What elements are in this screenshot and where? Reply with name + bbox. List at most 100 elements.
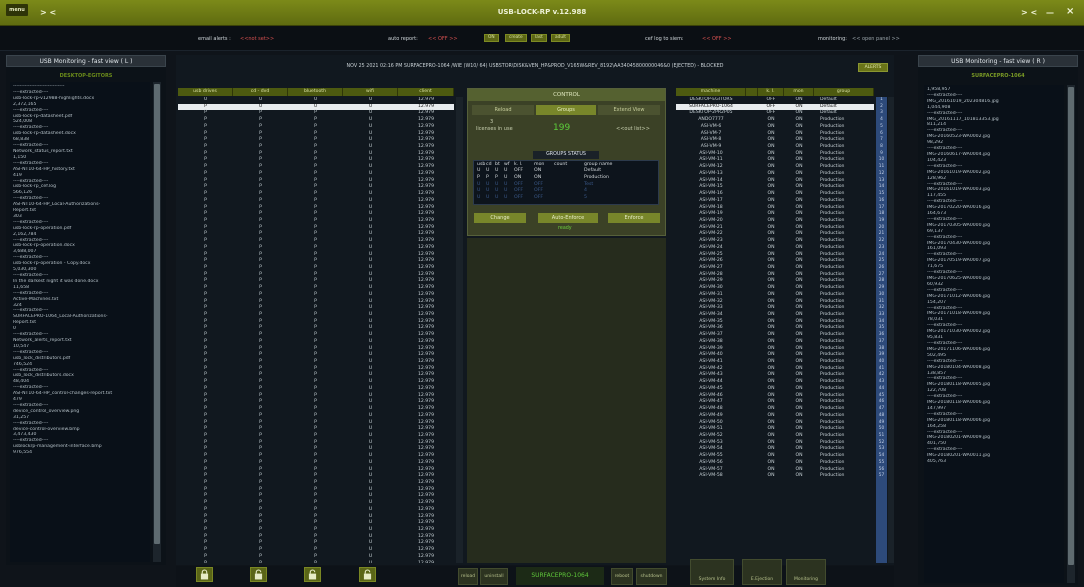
table-row[interactable]: U U U U 12.979 — [178, 97, 454, 104]
window-nav-arrows[interactable]: > < — [1021, 8, 1037, 17]
table-row[interactable]: PPPU12.979 — [178, 312, 454, 319]
e-ejection-button[interactable]: E.Ejection — [742, 559, 782, 585]
lock-wifi-button[interactable] — [359, 567, 376, 582]
report-on-button[interactable]: ON — [484, 34, 499, 42]
machine-table-body[interactable]: DESKTOP-EGITORS OFF ON Default SURFACEPRO-10… — [676, 97, 874, 563]
table-row[interactable]: PPPU12.979 — [178, 561, 454, 563]
table-row[interactable]: PPPU12.979 — [178, 413, 454, 420]
reload-tab[interactable]: Reload — [472, 105, 534, 115]
table-row[interactable]: PPPU12.979 — [178, 460, 454, 467]
file-entry[interactable]: 976,554 — [13, 450, 147, 456]
machine-row[interactable]: ASI-VM-12 ON ON Production — [676, 164, 874, 171]
reboot-button[interactable]: reboot — [611, 568, 633, 585]
machine-row[interactable]: ASI-VM-48 ON ON Production — [676, 406, 874, 413]
col-bluetooth[interactable]: bluetooth — [288, 88, 343, 96]
machine-row[interactable]: ASI-VM-45 ON ON Production — [676, 386, 874, 393]
lock-usb-button[interactable] — [196, 567, 213, 582]
device-table-body[interactable]: U U U U 12.979 P U U U 12.979 P P P U 12.979 P P P U 12.979… — [178, 97, 454, 563]
table-row[interactable]: PPPU12.979 — [178, 547, 454, 554]
table-row[interactable]: PPPU12.979 — [178, 305, 454, 312]
lock-bluetooth-button[interactable] — [304, 567, 321, 582]
report-create-button[interactable]: create — [505, 34, 527, 42]
machine-row[interactable]: ANDO7777 ON ON Production — [676, 117, 874, 124]
table-row[interactable]: PPPU12.979 — [178, 527, 454, 534]
machine-row[interactable]: ASI-VM-41 ON ON Production — [676, 359, 874, 366]
machine-row[interactable]: DESKTOP-EGITORS OFF ON Default — [676, 97, 874, 104]
group-row[interactable]: P P P U ON ON Production — [474, 175, 658, 182]
uninstall-button[interactable]: uninstall — [480, 568, 508, 585]
groups-status-table[interactable]: usb cd bt wf k. l. mon count group name U U U U OFF… — [473, 160, 659, 205]
machine-row[interactable]: ASI-VM-38 ON ON Production — [676, 339, 874, 346]
col-machine[interactable]: machine — [676, 88, 746, 96]
machine-row[interactable]: ASI-VM-17 ON ON Production — [676, 198, 874, 205]
table-row[interactable]: PPPU12.979 — [178, 554, 454, 561]
machine-row[interactable]: ASI-VM-37 ON ON Production — [676, 332, 874, 339]
machine-row[interactable]: ASI-VM-51 ON ON Production — [676, 426, 874, 433]
shutdown-button[interactable]: shutdown — [636, 568, 667, 585]
machine-row[interactable]: ASI-VM-49 ON ON Production — [676, 413, 874, 420]
col-client[interactable]: client — [398, 88, 454, 96]
table-row[interactable]: PPPU12.979 — [178, 332, 454, 339]
table-row[interactable]: PPPU12.979 — [178, 245, 454, 252]
device-table-scrollbar[interactable] — [456, 97, 463, 563]
cef-log-value[interactable]: << OFF >> — [702, 36, 732, 42]
col-kl[interactable]: k. l. — [758, 88, 784, 96]
right-file-list[interactable]: 1,958,957 ----extracted---- IMG_20161019_2… — [924, 85, 1064, 583]
table-row[interactable]: PPPU12.979 — [178, 433, 454, 440]
table-row[interactable]: PPPU12.979 — [178, 453, 454, 460]
col-cd-dvd[interactable]: cd - dvd — [233, 88, 288, 96]
machine-row[interactable]: ASI-VM-27 ON ON Production — [676, 265, 874, 272]
groups-tab[interactable]: Groups — [536, 105, 596, 115]
table-row[interactable]: PPPU12.979 — [178, 211, 454, 218]
left-file-list[interactable]: ------------------------------- ----extra… — [10, 82, 150, 562]
alerts-button[interactable]: ALERTS — [858, 63, 888, 72]
auto-enforce-button[interactable]: Auto-Enforce — [538, 213, 598, 223]
machine-row[interactable]: ASI-VM-30 ON ON Production — [676, 285, 874, 292]
email-alerts-value[interactable]: <<not set>> — [240, 36, 274, 42]
enforce-button[interactable]: Enforce — [608, 213, 660, 223]
machine-table-scrollbar[interactable] — [888, 97, 894, 563]
table-row[interactable]: PPPU12.979 — [178, 171, 454, 178]
machine-row[interactable]: ASI-VM-19 ON ON Production — [676, 211, 874, 218]
group-row[interactable]: U U U U OFF OFF 4 — [474, 188, 658, 195]
change-button[interactable]: Change — [474, 213, 526, 223]
table-row[interactable]: PPPU12.979 — [178, 164, 454, 171]
table-row[interactable]: PPPU12.979 — [178, 258, 454, 265]
table-row[interactable]: PPPU12.979 — [178, 218, 454, 225]
table-row[interactable]: PPPU12.979 — [178, 473, 454, 480]
auto-report-value[interactable]: << OFF >> — [428, 36, 458, 42]
right-scrollbar[interactable] — [1067, 85, 1075, 583]
table-row[interactable]: PPPU12.979 — [178, 386, 454, 393]
table-row[interactable]: PPPU12.979 — [178, 198, 454, 205]
table-row[interactable]: PPPU12.979 — [178, 379, 454, 386]
machine-row[interactable]: ASI-VM-24 ON ON Production — [676, 245, 874, 252]
col-mon[interactable]: mon — [784, 88, 814, 96]
table-row[interactable]: PPPU12.979 — [178, 285, 454, 292]
table-row[interactable]: PPPU12.979 — [178, 359, 454, 366]
table-row[interactable]: PPPU12.979 — [178, 238, 454, 245]
table-row[interactable]: PPPU12.979 — [178, 144, 454, 151]
table-row[interactable]: PPPU12.979 — [178, 124, 454, 131]
col-usb-drives[interactable]: usb drives — [178, 88, 233, 96]
machine-row[interactable]: ASI-VM-26 ON ON Production — [676, 258, 874, 265]
table-row[interactable]: PPPU12.979 — [178, 500, 454, 507]
machine-row[interactable]: ASI-VM-44 ON ON Production — [676, 379, 874, 386]
col-wifi[interactable]: wifi — [343, 88, 398, 96]
extend-view-tab[interactable]: Extend View — [598, 105, 660, 115]
machine-row[interactable]: ASI-VM-16 ON ON Production — [676, 191, 874, 198]
lock-cd-button[interactable] — [250, 567, 267, 582]
file-entry[interactable]: 405,763 — [927, 459, 1061, 465]
col-group[interactable]: group — [814, 88, 874, 96]
table-row[interactable]: PPPU12.979 — [178, 292, 454, 299]
machine-row[interactable]: ASI-VM-20 ON ON Production — [676, 218, 874, 225]
table-row[interactable]: PPPU12.979 — [178, 480, 454, 487]
group-row[interactable]: U U U U OFF ON Default — [474, 168, 658, 175]
table-row[interactable]: PPPU12.979 — [178, 426, 454, 433]
close-button[interactable]: × — [1066, 6, 1074, 17]
minimize-button[interactable]: — — [1046, 8, 1054, 17]
table-row[interactable]: PPPU12.979 — [178, 406, 454, 413]
table-row[interactable]: PPPU12.979 — [178, 339, 454, 346]
col-sort[interactable] — [746, 88, 758, 96]
reload-button[interactable]: reload — [458, 568, 478, 585]
monitoring-button[interactable]: Monitoring — [786, 559, 826, 585]
